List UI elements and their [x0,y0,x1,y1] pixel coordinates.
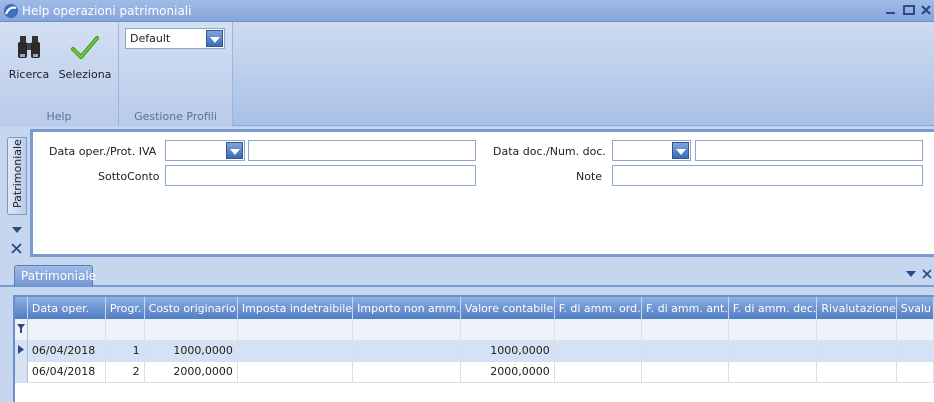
column-header[interactable]: F. di amm. dec. [728,297,818,319]
data-doc-label: Data doc./Num. doc. [493,145,606,158]
select-button[interactable]: Seleziona [57,34,113,81]
row-indicator [15,361,28,383]
column-header[interactable]: Costo originario [144,297,238,319]
filter-cell[interactable] [27,319,106,341]
table-cell[interactable] [728,340,818,362]
table-cell[interactable] [641,361,729,383]
table-cell[interactable]: 06/04/2018 [27,340,106,362]
close-icon[interactable] [922,269,932,279]
prot-iva-input[interactable] [248,140,476,161]
table-cell[interactable] [896,361,934,383]
close-icon[interactable] [919,3,933,17]
profile-select[interactable]: Default [125,28,225,49]
column-header[interactable]: F. di amm. ord. [554,297,643,319]
grid-tab-bar: Patrimoniale [0,260,934,287]
current-row-arrow-icon [17,345,24,354]
table-cell[interactable]: 2000,0000 [460,361,555,383]
table-cell[interactable] [816,340,897,362]
filter-icon [16,323,25,333]
table-cell[interactable] [352,340,461,362]
filter-cell[interactable] [816,319,897,341]
filter-panel: Data oper./Prot. IVA SottoConto Data doc… [30,129,934,257]
filter-cell[interactable] [641,319,729,341]
select-button-label: Seleziona [58,68,112,81]
grid-filter-row[interactable] [15,319,934,341]
search-button[interactable]: Ricerca [6,34,52,81]
column-header[interactable]: Importo non amm. [352,297,461,319]
ribbon-group-profiles-label: Gestione Profili [134,110,217,123]
table-cell[interactable] [352,361,461,383]
column-header[interactable]: F. di amm. ant. [641,297,729,319]
chevron-down-icon[interactable] [226,142,243,159]
table-row[interactable]: 06/04/2018 1 1000,0000 1000,0000 [15,340,934,362]
filter-cell[interactable] [896,319,934,341]
side-tab-patrimoniale[interactable]: Patrimoniale [7,137,27,215]
table-cell[interactable] [896,340,934,362]
filter-cell[interactable] [554,319,643,341]
table-cell[interactable] [237,340,354,362]
column-header[interactable]: Data oper. [27,297,106,319]
num-doc-input[interactable] [695,140,923,161]
sottoconto-label: SottoConto [98,170,160,183]
note-input[interactable] [612,165,923,186]
grid-header-row: Data oper. Progr. Costo originario Impos… [15,297,934,319]
column-header[interactable]: Svalu [896,297,934,319]
binoculars-icon [18,36,40,58]
data-oper-label: Data oper./Prot. IVA [49,145,157,158]
table-cell[interactable]: 06/04/2018 [27,361,106,383]
ribbon: Ricerca Seleziona Help Default Gestione … [0,22,934,126]
table-cell[interactable]: 1000,0000 [144,340,238,362]
filter-row-indicator [15,319,28,341]
app-logo-icon [4,4,18,18]
dropdown-icon[interactable] [906,271,916,278]
pin-dropdown-icon[interactable] [11,226,23,234]
filter-cell[interactable] [144,319,238,341]
table-cell[interactable] [554,361,643,383]
grid-table: Data oper. Progr. Costo originario Impos… [15,297,934,383]
chevron-down-icon[interactable] [206,30,223,47]
maximize-icon[interactable] [902,3,916,17]
minimize-icon[interactable] [884,3,898,17]
row-indicator [15,340,28,362]
ribbon-group-help: Ricerca Seleziona Help [0,22,119,126]
data-grid: Data oper. Progr. Costo originario Impos… [13,295,934,402]
profile-select-value: Default [130,32,171,45]
table-cell[interactable]: 1000,0000 [460,340,555,362]
title-bar: Help operazioni patrimoniali [0,0,934,22]
data-oper-select[interactable] [165,140,245,161]
column-header[interactable]: Rivalutazione [816,297,897,319]
side-tab-label: Patrimoniale [11,139,24,208]
table-cell[interactable]: 2000,0000 [144,361,238,383]
table-cell[interactable] [554,340,643,362]
table-cell[interactable]: 1 [105,340,145,362]
ribbon-group-help-label: Help [46,110,72,123]
column-header[interactable]: Imposta indetraibile [237,297,354,319]
column-header[interactable]: Valore contabile [460,297,555,319]
checkmark-icon [71,36,99,59]
table-cell[interactable] [816,361,897,383]
filter-cell[interactable] [352,319,461,341]
table-cell[interactable] [237,361,354,383]
ribbon-group-profiles: Default Gestione Profili [119,22,233,126]
column-header[interactable]: Progr. [105,297,145,319]
table-cell[interactable]: 2 [105,361,145,383]
filter-cell[interactable] [460,319,555,341]
filter-cell[interactable] [105,319,145,341]
table-row[interactable]: 06/04/2018 2 2000,0000 2000,0000 [15,361,934,383]
close-panel-icon[interactable] [11,243,22,254]
table-cell[interactable] [728,361,818,383]
window-title: Help operazioni patrimoniali [22,4,192,18]
note-label: Note [576,170,603,183]
grid-area: Data oper. Progr. Costo originario Impos… [0,287,934,402]
data-doc-select[interactable] [612,140,691,161]
filter-cell[interactable] [728,319,818,341]
table-cell[interactable] [641,340,729,362]
sottoconto-input[interactable] [165,165,476,186]
chevron-down-icon[interactable] [672,142,689,159]
tab-patrimoniale[interactable]: Patrimoniale [14,265,96,287]
filter-cell[interactable] [237,319,354,341]
search-button-label: Ricerca [8,68,50,81]
row-indicator-header [15,297,28,319]
